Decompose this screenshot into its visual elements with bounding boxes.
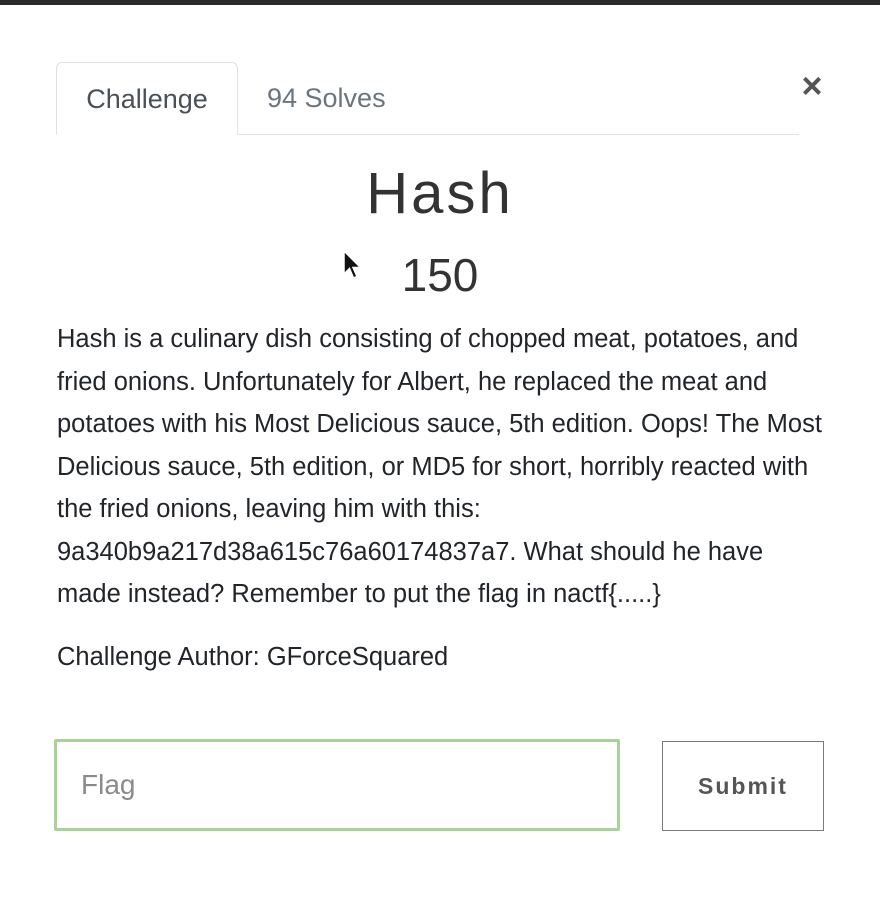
challenge-points: 150	[401, 249, 479, 301]
mouse-cursor-icon	[343, 250, 363, 279]
flag-input[interactable]	[54, 739, 620, 831]
submit-button[interactable]: Submit	[662, 741, 824, 831]
challenge-description: Hash is a culinary dish consisting of ch…	[57, 325, 822, 608]
tab-solves[interactable]: 94 Solves	[267, 62, 386, 133]
challenge-title: Hash	[366, 161, 514, 226]
challenge-author: Challenge Author: GForceSquared	[57, 643, 449, 671]
close-icon: ×	[801, 65, 823, 106]
challenge-tabs: Challenge 94 Solves	[56, 62, 799, 135]
tab-challenge[interactable]: Challenge	[56, 62, 238, 135]
close-button[interactable]: ×	[798, 68, 826, 104]
